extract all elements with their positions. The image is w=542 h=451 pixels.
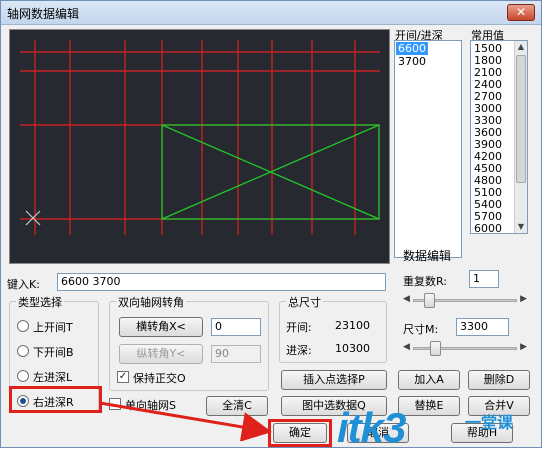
slider-right-icon[interactable]: ▶ <box>520 294 527 304</box>
v-rotate-button[interactable]: 纵转角Y< <box>119 344 203 364</box>
right-depth-highlight <box>9 386 102 413</box>
size-slider[interactable]: ◀ ▶ <box>403 340 527 356</box>
common-values-scrollbar[interactable]: ▲ ▼ <box>514 41 527 233</box>
repeat-slider[interactable]: ◀ ▶ <box>403 292 527 308</box>
green-rectangle <box>161 124 380 220</box>
rotate-group-title: 双向轴网转角 <box>116 294 186 310</box>
scroll-up-icon[interactable]: ▲ <box>515 41 527 53</box>
total-bay-value: 23100 <box>335 319 370 332</box>
scroll-down-icon[interactable]: ▼ <box>515 221 527 233</box>
add-button[interactable]: 加入A <box>398 370 460 390</box>
watermark-subtext: 一堂课 <box>465 413 514 432</box>
h-rotate-button[interactable]: 横转角X< <box>119 317 203 337</box>
keep-orth-checkbox[interactable]: ✓ <box>117 371 129 383</box>
slider-right-icon[interactable]: ▶ <box>520 342 527 352</box>
keep-orth-label[interactable]: 保持正交O <box>133 370 186 386</box>
data-edit-title: 数据编辑 <box>403 249 452 263</box>
bay-list[interactable]: 6600 3700 <box>394 40 462 258</box>
size-label: 尺寸M: <box>403 323 439 336</box>
total-depth-label: 进深: <box>286 344 312 357</box>
radio-top-bay[interactable] <box>17 320 29 332</box>
radio-left-depth[interactable] <box>17 370 29 382</box>
input-line-label: 键入K: <box>7 278 40 291</box>
size-input[interactable]: 3300 <box>456 318 509 336</box>
total-bay-label: 开间: <box>286 321 312 334</box>
title-bar: 轴网数据编辑 ✕ <box>1 1 541 25</box>
repeat-label: 重复数R: <box>403 275 448 288</box>
radio-bottom-bay[interactable] <box>17 345 29 357</box>
preview-canvas <box>9 29 390 264</box>
repeat-input[interactable]: 1 <box>469 270 499 288</box>
close-button[interactable]: ✕ <box>507 4 535 21</box>
common-value-item[interactable]: 6000 <box>474 222 502 235</box>
ok-highlight <box>268 419 332 447</box>
axis-grid-dialog: 轴网数据编辑 ✕ 开间/进深 6600 3700 常用值 1500 1800 2… <box>0 0 542 449</box>
h-rotate-input[interactable]: 0 <box>211 318 261 336</box>
slider-left-icon[interactable]: ◀ <box>403 294 410 304</box>
size-slider-thumb[interactable] <box>429 341 441 356</box>
common-values-list[interactable]: 1500 1800 2100 2400 2700 3000 3300 3600 3900 4200… <box>470 40 528 235</box>
insert-point-button[interactable]: 插入点选择P <box>281 370 387 390</box>
slider-track-line <box>413 347 517 350</box>
watermark-logo: itk3 <box>337 404 406 451</box>
v-rotate-input[interactable]: 90 <box>211 345 261 363</box>
scroll-thumb[interactable] <box>516 55 526 183</box>
red-grid-lines <box>20 40 380 235</box>
annotation-arrow <box>99 401 272 441</box>
delete-button[interactable]: 删除D <box>468 370 530 390</box>
radio-bottom-bay-label[interactable]: 下开间B <box>33 344 74 360</box>
total-depth-value: 10300 <box>335 342 370 355</box>
grid-preview <box>20 40 380 235</box>
radio-left-depth-label[interactable]: 左进深L <box>33 369 72 385</box>
input-line-field[interactable]: 6600 3700 <box>57 273 386 291</box>
window-title: 轴网数据编辑 <box>7 7 80 21</box>
total-size-title: 总尺寸 <box>286 294 323 310</box>
list-item[interactable]: 3700 <box>398 55 426 68</box>
watermark: itk3 一堂课 <box>337 407 542 449</box>
slider-left-icon[interactable]: ◀ <box>403 342 410 352</box>
radio-top-bay-label[interactable]: 上开间T <box>33 319 73 335</box>
origin-cross-icon <box>25 210 41 226</box>
repeat-slider-thumb[interactable] <box>424 293 436 308</box>
type-group-title: 类型选择 <box>16 294 64 310</box>
list-item[interactable]: 6600 <box>396 42 428 55</box>
